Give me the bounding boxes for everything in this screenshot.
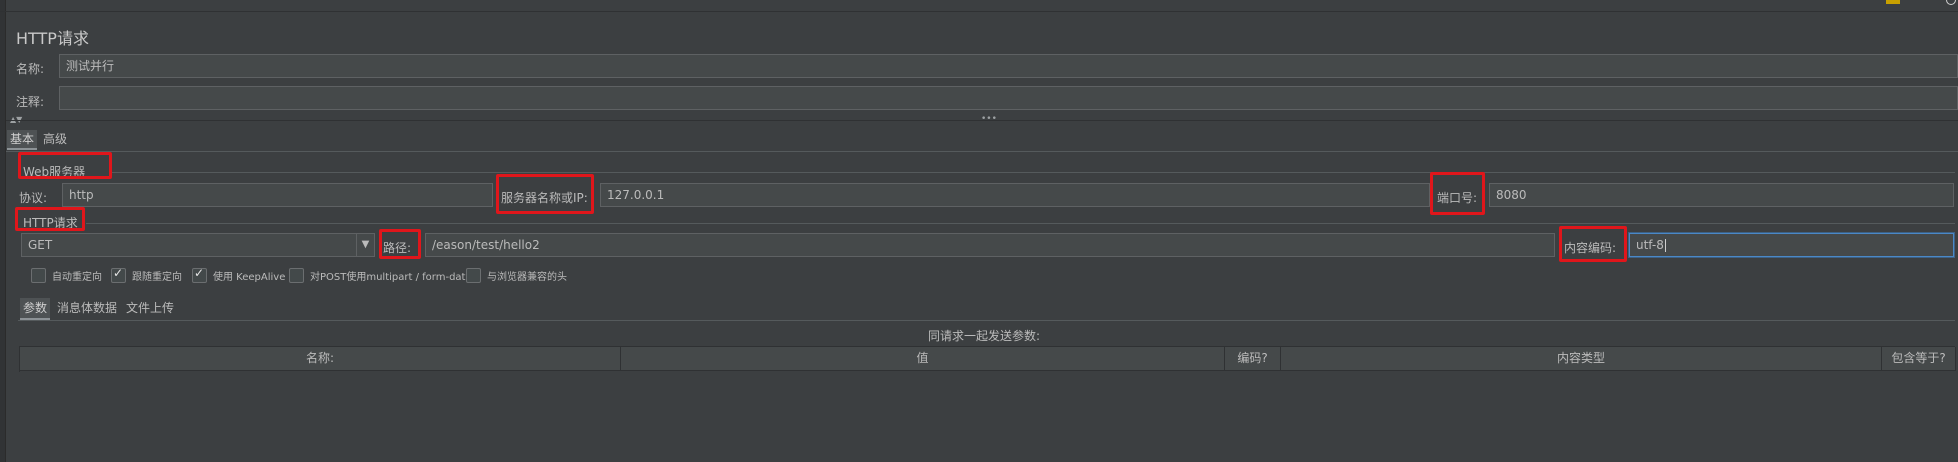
splitter-line[interactable] (6, 120, 1958, 121)
protocol-field[interactable]: http (62, 183, 493, 207)
highlight-server-label (496, 174, 594, 214)
keepalive-checkbox[interactable] (192, 266, 207, 283)
window-close-icon[interactable] (1946, 0, 1956, 5)
splitter-handle-icon[interactable]: ••• (981, 114, 997, 124)
tab-params[interactable]: 参数 (20, 298, 51, 320)
window-controls[interactable] (1886, 0, 1958, 6)
method-select[interactable]: GET (21, 233, 358, 257)
subtab-underline (18, 320, 1955, 321)
follow-redirect-label: 跟随重定向 (132, 272, 182, 283)
option-follow-redirect[interactable]: 跟随重定向 (111, 266, 182, 283)
multipart-label: 对POST使用multipart / form-data (310, 272, 472, 283)
multipart-checkbox[interactable] (289, 268, 304, 283)
keepalive-label: 使用 KeepAlive (213, 272, 286, 283)
highlight-path-label (379, 229, 421, 259)
panel-title: HTTP请求 (16, 29, 89, 48)
web-server-section-line (110, 172, 1955, 173)
tab-underline (6, 151, 1958, 152)
column-include-equals[interactable]: 包含等于? (1882, 347, 1956, 371)
port-field[interactable]: 8080 (1489, 183, 1954, 207)
auto-redirect-checkbox[interactable] (31, 268, 46, 283)
name-field[interactable]: 测试并行 (59, 54, 1958, 78)
tab-file-upload[interactable]: 文件上传 (123, 298, 177, 318)
tab-advanced[interactable]: 高级 (40, 130, 70, 148)
column-name[interactable]: 名称: (20, 347, 621, 371)
comment-label: 注释: (16, 95, 45, 109)
params-table: 名称: 值 编码? 内容类型 包含等于? (19, 346, 1956, 372)
column-content-type[interactable]: 内容类型 (1281, 347, 1882, 371)
browser-headers-checkbox[interactable] (466, 268, 481, 283)
warning-icon[interactable] (1886, 0, 1900, 4)
option-auto-redirect[interactable]: 自动重定向 (31, 268, 102, 283)
column-encode[interactable]: 编码? (1225, 347, 1281, 371)
top-separator (0, 11, 1958, 12)
auto-redirect-label: 自动重定向 (52, 272, 102, 283)
name-label: 名称: (16, 62, 45, 76)
encoding-field[interactable]: utf-8 (1629, 233, 1954, 257)
tab-basic[interactable]: 基本 (7, 130, 38, 150)
method-dropdown-button[interactable]: ▼ (356, 233, 375, 257)
http-request-section-line (86, 223, 1955, 224)
comment-field[interactable] (59, 86, 1958, 110)
params-caption: 同请求一起发送参数: (928, 329, 1041, 343)
option-browser-headers[interactable]: 与浏览器兼容的头 (466, 268, 567, 283)
protocol-label: 协议: (19, 191, 48, 205)
path-field[interactable]: /eason/test/hello2 (425, 233, 1555, 257)
option-multipart[interactable]: 对POST使用multipart / form-data (289, 268, 472, 283)
follow-redirect-checkbox[interactable] (111, 266, 126, 283)
highlight-http-request (15, 207, 85, 231)
column-value[interactable]: 值 (621, 347, 1225, 371)
highlight-encoding-label (1559, 226, 1627, 262)
option-keepalive[interactable]: 使用 KeepAlive (192, 266, 286, 283)
highlight-port-label (1430, 172, 1485, 215)
server-field[interactable]: 127.0.0.1 (600, 183, 1430, 207)
highlight-web-server (18, 152, 112, 179)
left-edge-bar (0, 0, 6, 462)
browser-headers-label: 与浏览器兼容的头 (487, 272, 567, 283)
tab-body-data[interactable]: 消息体数据 (54, 298, 120, 318)
chevron-down-icon: ▼ (361, 239, 370, 250)
